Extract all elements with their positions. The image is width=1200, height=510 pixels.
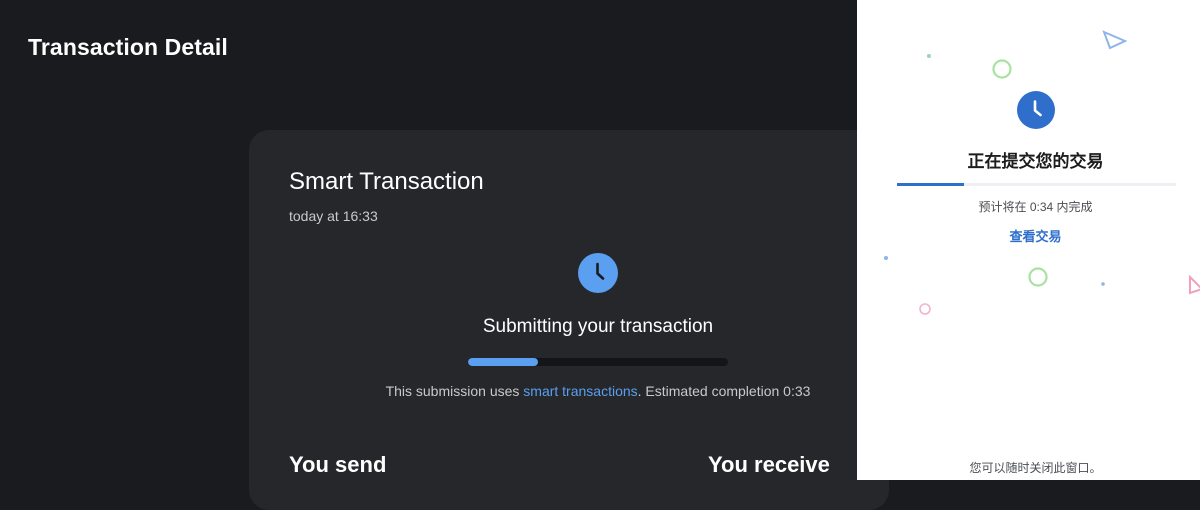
submission-note: This submission uses smart transactions.… [249, 383, 947, 399]
note-suffix: . Estimated completion 0:33 [637, 383, 811, 399]
notification-popup: 正在提交您的交易 预计将在 0:34 内完成 查看交易 您可以随时关闭此窗口。 [857, 0, 1200, 480]
popup-title: 正在提交您的交易 [967, 152, 1104, 171]
view-transaction-link[interactable]: 查看交易 [857, 226, 1200, 245]
transaction-card: Smart Transaction today at 16:33 Submitt… [249, 130, 889, 510]
popup-progress-fill [897, 183, 964, 186]
submission-progress-fill [468, 358, 539, 366]
popup-close-note: 您可以随时关闭此窗口。 [969, 461, 1102, 475]
submission-status: Submitting your transaction [482, 316, 714, 337]
clock-icon [1017, 91, 1055, 129]
smart-transactions-link[interactable]: smart transactions [523, 383, 637, 399]
transaction-time: today at 16:33 [289, 208, 378, 224]
page-title: Transaction Detail [28, 34, 228, 60]
submission-progress-bar [468, 358, 728, 366]
you-send-heading: You send [289, 452, 387, 477]
note-prefix: This submission uses [385, 383, 524, 399]
you-receive-heading: You receive [708, 452, 830, 477]
transaction-title: Smart Transaction [289, 168, 484, 195]
popup-eta: 预计将在 0:34 内完成 [978, 200, 1093, 214]
clock-icon [578, 253, 618, 293]
popup-progress-bar [897, 183, 1176, 186]
